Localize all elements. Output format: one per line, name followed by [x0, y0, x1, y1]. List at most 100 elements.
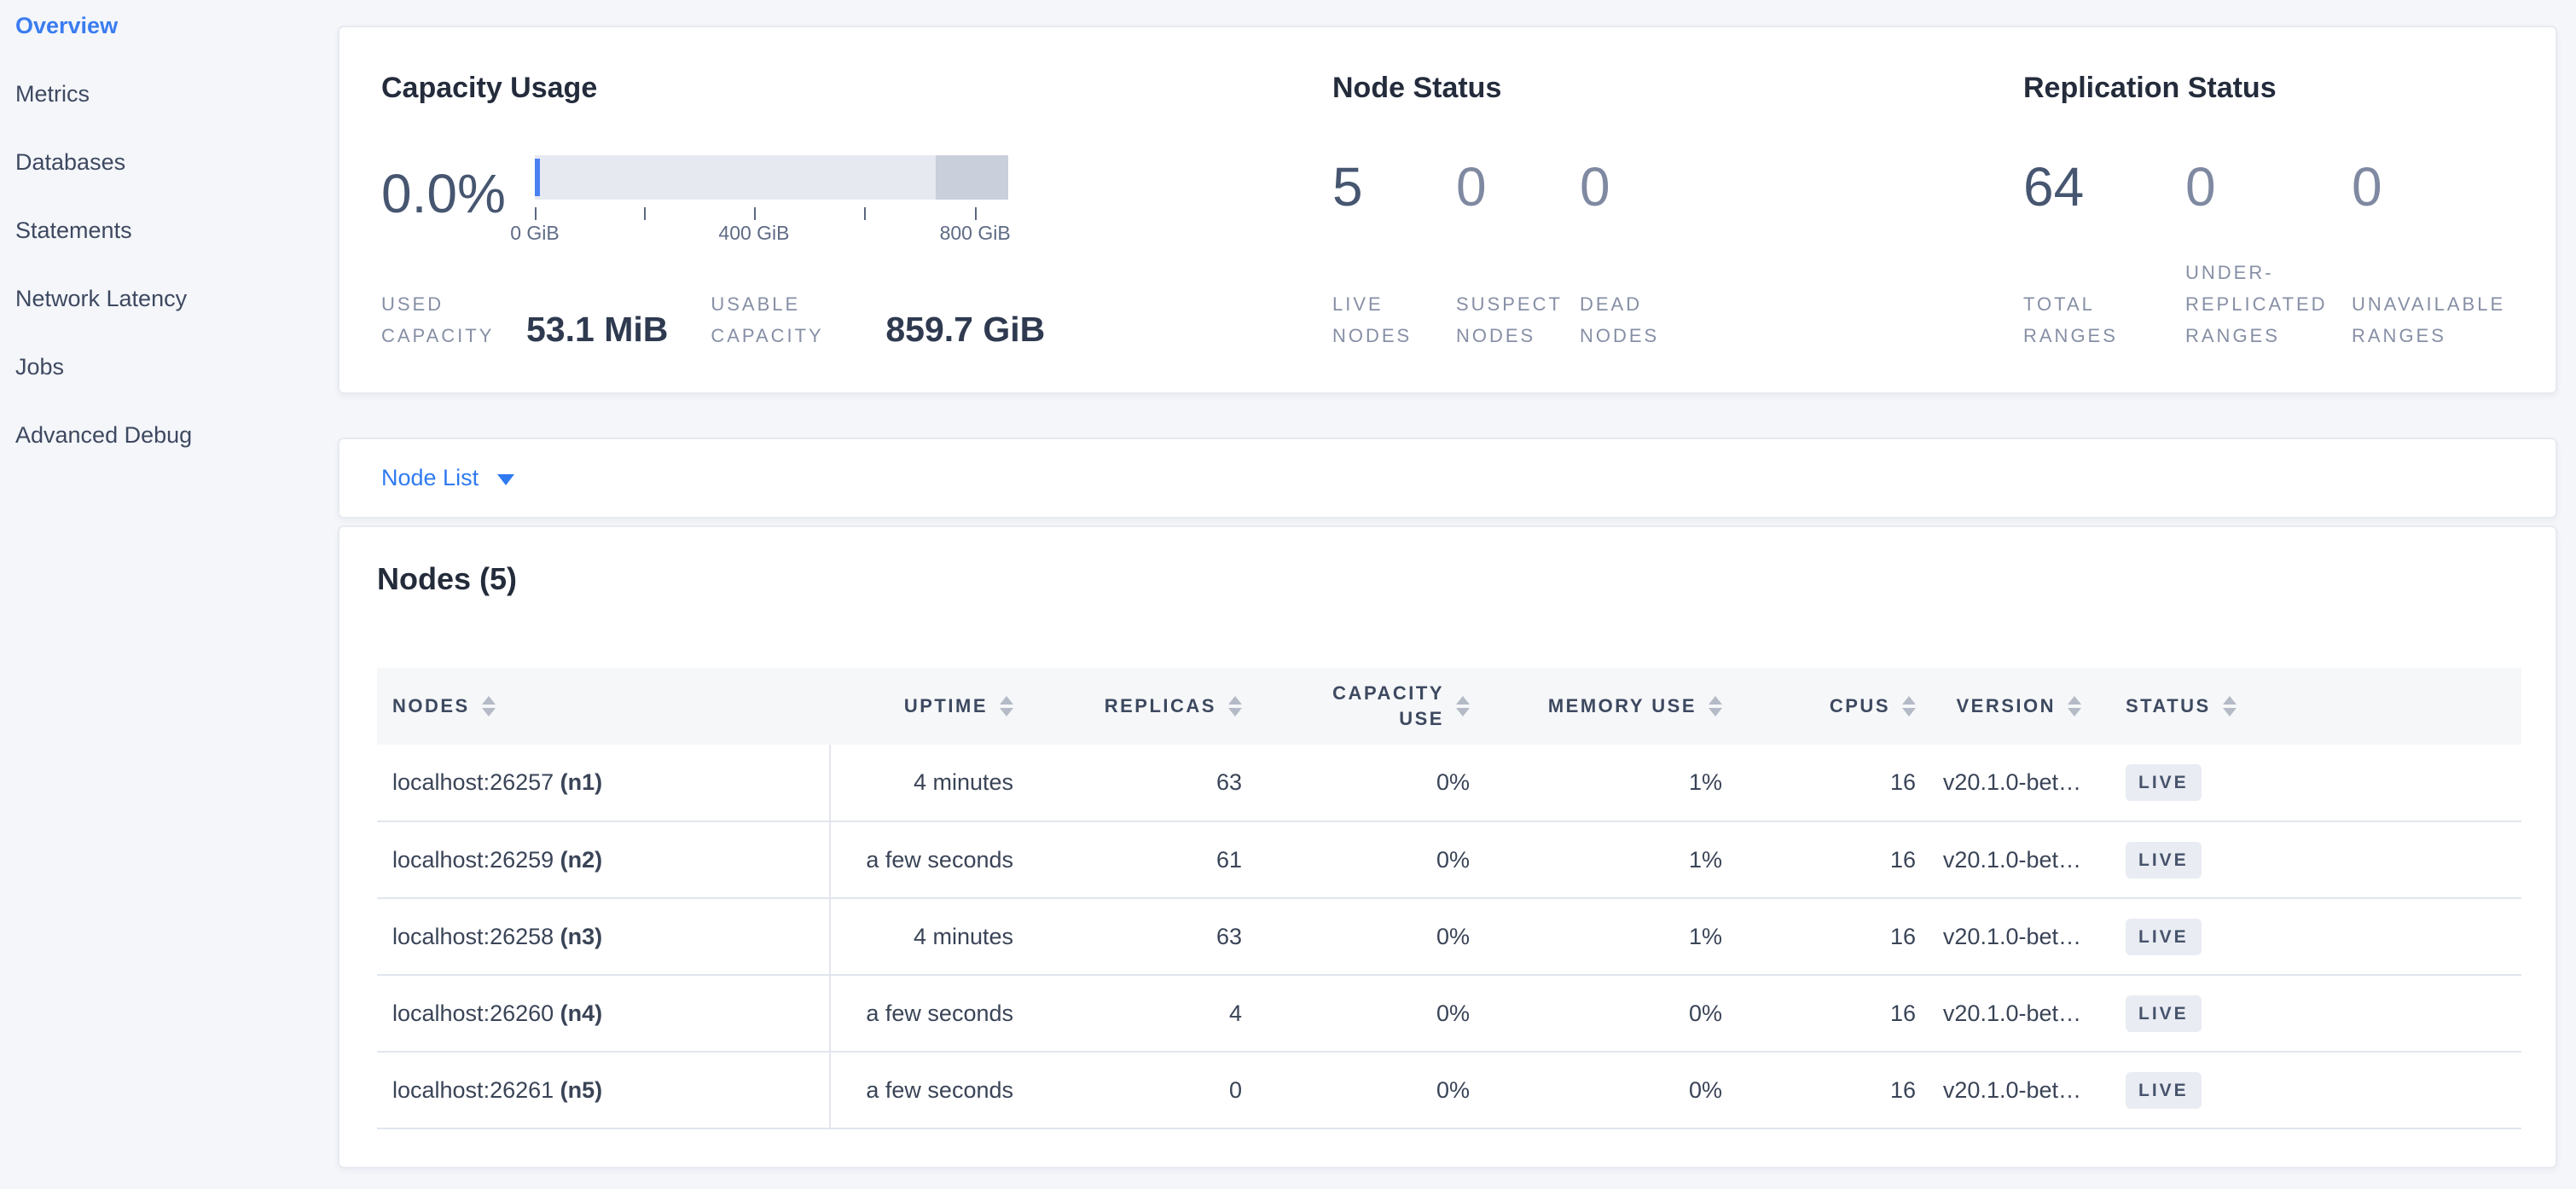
- column-label: VERSION: [1956, 695, 2056, 717]
- sort-icon[interactable]: [482, 696, 496, 716]
- cluster-overview-page: Overview Metrics Databases Statements Ne…: [0, 0, 2576, 1189]
- replication-status-title: Replication Status: [2023, 72, 2277, 105]
- memory-use-cell: 1%: [1488, 898, 1741, 975]
- node-status-section: Node Status 5 0 0 LIVE NODES SUSPECT NOD…: [1332, 27, 1998, 396]
- uptime-cell: a few seconds: [830, 821, 1032, 898]
- status-badge: LIVE: [2126, 1072, 2202, 1109]
- sort-icon[interactable]: [2223, 696, 2237, 716]
- capacity-use-cell: 0%: [1261, 898, 1488, 975]
- sidebar-nav: Overview Metrics Databases Statements Ne…: [15, 10, 322, 488]
- used-capacity-value: 53.1 MiB: [526, 310, 668, 351]
- table-row[interactable]: localhost:26261 (n5) a few seconds 0 0% …: [377, 1052, 2521, 1128]
- version-cell: v20.1.0-bet…: [1935, 975, 2100, 1052]
- column-header-version[interactable]: VERSION: [1935, 668, 2100, 745]
- cluster-summary-card: Capacity Usage 0.0%: [338, 26, 2557, 394]
- sidebar-item-advanced-debug[interactable]: Advanced Debug: [15, 420, 322, 488]
- column-header-memory-use[interactable]: MEMORY USE: [1488, 668, 1741, 745]
- sidebar-item-jobs[interactable]: Jobs: [15, 351, 322, 420]
- column-header-capacity-use[interactable]: CAPACITY USE: [1261, 668, 1488, 745]
- memory-use-cell: 0%: [1488, 975, 1741, 1052]
- replicas-cell: 4: [1032, 975, 1261, 1052]
- replicas-cell: 61: [1032, 821, 1261, 898]
- replicas-cell: 63: [1032, 898, 1261, 975]
- node-address-cell[interactable]: localhost:26260 (n4): [377, 975, 830, 1052]
- sort-icon[interactable]: [1902, 696, 1916, 716]
- sidebar-item-network-latency[interactable]: Network Latency: [15, 283, 322, 351]
- column-label: REPLICAS: [1105, 695, 1216, 717]
- memory-use-cell: 1%: [1488, 745, 1741, 821]
- sort-icon[interactable]: [1000, 696, 1013, 716]
- capacity-use-cell: 0%: [1261, 821, 1488, 898]
- capacity-usage-section: Capacity Usage 0.0%: [381, 27, 1320, 396]
- column-label: STATUS: [2126, 695, 2211, 717]
- status-cell: LIVE: [2100, 898, 2521, 975]
- capacity-bar-track: [535, 155, 1008, 200]
- version-cell: v20.1.0-bet…: [1935, 745, 2100, 821]
- node-address-cell[interactable]: localhost:26261 (n5): [377, 1052, 830, 1128]
- usable-capacity-label: USABLE CAPACITY: [711, 288, 885, 351]
- table-row[interactable]: localhost:26258 (n3) 4 minutes 63 0% 1% …: [377, 898, 2521, 975]
- axis-tick: [644, 207, 646, 220]
- chevron-down-icon: [497, 474, 514, 485]
- sidebar-item-metrics[interactable]: Metrics: [15, 78, 322, 147]
- sidebar-item-overview[interactable]: Overview: [15, 10, 322, 78]
- replicas-cell: 63: [1032, 745, 1261, 821]
- axis-tick: [975, 207, 977, 220]
- capacity-axis: [535, 200, 1008, 222]
- column-header-uptime[interactable]: UPTIME: [830, 668, 1032, 745]
- status-badge: LIVE: [2126, 995, 2202, 1032]
- used-capacity-label: USED CAPACITY: [381, 288, 526, 351]
- suspect-nodes-value: 0: [1456, 155, 1580, 218]
- uptime-cell: 4 minutes: [830, 898, 1032, 975]
- table-row[interactable]: localhost:26259 (n2) a few seconds 61 0%…: [377, 821, 2521, 898]
- column-label: MEMORY USE: [1548, 695, 1697, 717]
- memory-use-cell: 1%: [1488, 821, 1741, 898]
- capacity-use-cell: 0%: [1261, 975, 1488, 1052]
- column-header-replicas[interactable]: REPLICAS: [1032, 668, 1261, 745]
- version-cell: v20.1.0-bet…: [1935, 1052, 2100, 1128]
- status-badge: LIVE: [2126, 764, 2202, 801]
- column-header-status[interactable]: STATUS: [2100, 668, 2521, 745]
- node-address-cell[interactable]: localhost:26257 (n1): [377, 745, 830, 821]
- dead-nodes-value: 0: [1580, 155, 1703, 218]
- node-list-dropdown[interactable]: Node List: [381, 465, 514, 491]
- column-header-cpus[interactable]: CPUS: [1741, 668, 1935, 745]
- sidebar-item-statements[interactable]: Statements: [15, 215, 322, 283]
- node-address-cell[interactable]: localhost:26258 (n3): [377, 898, 830, 975]
- axis-tick: [864, 207, 866, 220]
- axis-tick: [754, 207, 756, 220]
- version-cell: v20.1.0-bet…: [1935, 898, 2100, 975]
- uptime-cell: a few seconds: [830, 1052, 1032, 1128]
- dead-nodes-label: DEAD NODES: [1580, 288, 1703, 351]
- capacity-percent-value: 0.0%: [381, 162, 506, 225]
- column-label: CAPACITY USE: [1312, 681, 1444, 732]
- suspect-nodes-label: SUSPECT NODES: [1456, 288, 1580, 351]
- node-status-title: Node Status: [1332, 72, 1501, 105]
- status-cell: LIVE: [2100, 745, 2521, 821]
- nodes-section-title: Nodes (5): [377, 561, 517, 597]
- live-nodes-label: LIVE NODES: [1332, 288, 1456, 351]
- capacity-usage-title: Capacity Usage: [381, 72, 597, 105]
- node-address-cell[interactable]: localhost:26259 (n2): [377, 821, 830, 898]
- under-replicated-ranges-label: UNDER-REPLICATED RANGES: [2185, 257, 2352, 351]
- sort-icon[interactable]: [1456, 696, 1470, 716]
- table-row[interactable]: localhost:26260 (n4) a few seconds 4 0% …: [377, 975, 2521, 1052]
- capacity-use-cell: 0%: [1261, 745, 1488, 821]
- total-ranges-value: 64: [2023, 155, 2185, 218]
- sidebar-item-databases[interactable]: Databases: [15, 147, 322, 215]
- nodes-table: NODES UPTIME REPLICAS CAPACITY USE MEMOR…: [377, 668, 2521, 1129]
- capacity-bar-used: [535, 159, 540, 196]
- memory-use-cell: 0%: [1488, 1052, 1741, 1128]
- table-header-row: NODES UPTIME REPLICAS CAPACITY USE MEMOR…: [377, 668, 2521, 745]
- sort-icon[interactable]: [1228, 696, 1242, 716]
- column-header-nodes[interactable]: NODES: [377, 668, 830, 745]
- sort-icon[interactable]: [1709, 696, 1722, 716]
- table-row[interactable]: localhost:26257 (n1) 4 minutes 63 0% 1% …: [377, 745, 2521, 821]
- under-replicated-ranges-value: 0: [2185, 155, 2352, 218]
- cpus-cell: 16: [1741, 821, 1935, 898]
- replication-status-section: Replication Status 64 0 0 TOTAL RANGES U…: [2023, 27, 2552, 396]
- sort-icon[interactable]: [2068, 696, 2081, 716]
- status-cell: LIVE: [2100, 821, 2521, 898]
- cpus-cell: 16: [1741, 975, 1935, 1052]
- cpus-cell: 16: [1741, 1052, 1935, 1128]
